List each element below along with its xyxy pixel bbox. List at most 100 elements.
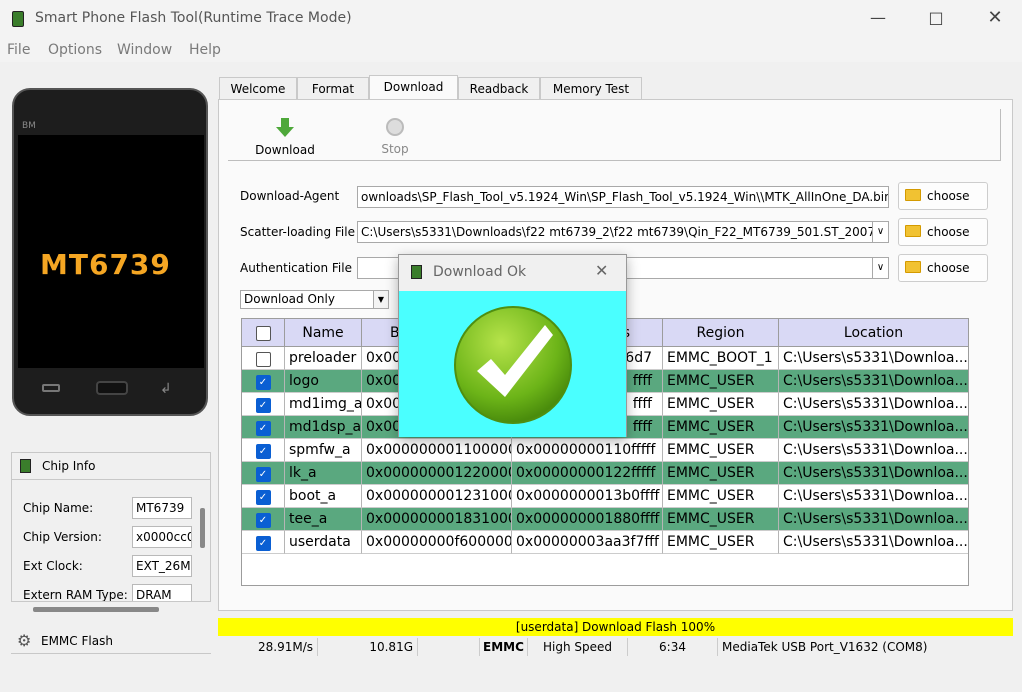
choose-auth-button[interactable]: choose bbox=[898, 254, 988, 282]
row-checkbox-cell: ✓ bbox=[242, 393, 285, 416]
row-checkbox[interactable]: ✓ bbox=[255, 444, 271, 459]
table-row[interactable]: ✓ tee_a 0x0000000018310000 0x000000001880ff… bbox=[242, 508, 968, 531]
phone-back-key: ↲ bbox=[160, 381, 172, 397]
mode-dropdown-arrow[interactable]: ▼ bbox=[373, 290, 389, 309]
table-row[interactable]: ✓ lk_a 0x0000000012200000 0x00000000122ffff… bbox=[242, 462, 968, 485]
chip-version-value: x0000cc00 bbox=[132, 526, 192, 548]
minimize-button[interactable]: — bbox=[855, 0, 901, 38]
status-speed: 28.91M/s bbox=[218, 638, 318, 656]
row-checkbox[interactable]: ✓ bbox=[255, 398, 271, 413]
close-button[interactable]: ✕ bbox=[972, 0, 1018, 38]
download-button-label: Download bbox=[255, 143, 315, 157]
cell-name: spmfw_a bbox=[285, 439, 362, 462]
cell-name: lk_a bbox=[285, 462, 362, 485]
ram-type-value: DRAM bbox=[132, 584, 192, 601]
status-bar: 28.91M/s 10.81G EMMC High Speed 6:34 Med… bbox=[218, 638, 1013, 656]
window-title: Smart Phone Flash Tool(Runtime Trace Mod… bbox=[35, 10, 352, 26]
download-mode-select[interactable]: Download Only bbox=[240, 290, 374, 309]
chip-info-hscroll[interactable] bbox=[33, 607, 159, 612]
table-row[interactable]: ✓ spmfw_a 0x0000000011000000 0x00000000110f… bbox=[242, 439, 968, 462]
tab-memory-test[interactable]: Memory Test bbox=[540, 77, 642, 99]
cell-location: C:\Users\s5331\Downloa... bbox=[779, 508, 968, 531]
row-checkbox-cell: ✓ bbox=[242, 370, 285, 393]
cell-region: EMMC_BOOT_1 bbox=[663, 347, 779, 370]
menu-options[interactable]: Options bbox=[48, 42, 102, 58]
phone-home-key bbox=[96, 381, 128, 395]
download-button[interactable]: Download bbox=[250, 116, 320, 158]
maximize-button[interactable]: □ bbox=[913, 0, 959, 38]
download-agent-label: Download-Agent bbox=[240, 189, 340, 203]
row-checkbox-cell: ✓ bbox=[242, 508, 285, 531]
title-bar: Smart Phone Flash Tool(Runtime Trace Mod… bbox=[0, 0, 1022, 38]
row-checkbox-cell bbox=[242, 347, 285, 370]
tab-format[interactable]: Format bbox=[297, 77, 369, 99]
tab-welcome[interactable]: Welcome bbox=[219, 77, 297, 99]
phone-brand: BM bbox=[22, 121, 36, 131]
cell-begin-address: 0x00000000f6000000 bbox=[362, 531, 512, 554]
header-region[interactable]: Region bbox=[663, 319, 779, 347]
cell-location: C:\Users\s5331\Downloa... bbox=[779, 416, 968, 439]
choose-label: choose bbox=[927, 189, 970, 203]
chip-name-value: MT6739 bbox=[132, 497, 192, 519]
dialog-close-button[interactable]: ✕ bbox=[595, 261, 608, 280]
row-checkbox[interactable]: ✓ bbox=[255, 467, 271, 482]
tab-readback[interactable]: Readback bbox=[458, 77, 540, 99]
header-location[interactable]: Location bbox=[779, 319, 968, 347]
choose-label: choose bbox=[927, 261, 970, 275]
cell-location: C:\Users\s5331\Downloa... bbox=[779, 393, 968, 416]
row-checkbox[interactable]: ✓ bbox=[255, 513, 271, 528]
cell-name: boot_a bbox=[285, 485, 362, 508]
app-icon bbox=[12, 11, 24, 27]
cell-region: EMMC_USER bbox=[663, 370, 779, 393]
cell-region: EMMC_USER bbox=[663, 531, 779, 554]
scatter-file-label: Scatter-loading File bbox=[240, 225, 355, 239]
auth-file-label: Authentication File bbox=[240, 261, 352, 275]
download-agent-field[interactable]: ownloads\SP_Flash_Tool_v5.1924_Win\SP_Fl… bbox=[357, 186, 889, 208]
cell-begin-address: 0x0000000012200000 bbox=[362, 462, 512, 485]
row-checkbox[interactable]: ✓ bbox=[255, 421, 271, 436]
table-row[interactable]: ✓ boot_a 0x0000000012310000 0x0000000013b0f… bbox=[242, 485, 968, 508]
chip-version-label: Chip Version: bbox=[23, 530, 102, 544]
status-time: 6:34 bbox=[628, 638, 718, 656]
cell-region: EMMC_USER bbox=[663, 439, 779, 462]
table-row[interactable]: ✓ userdata 0x00000000f6000000 0x00000003aa3… bbox=[242, 531, 968, 554]
phone-chip-label: MT6739 bbox=[40, 248, 171, 281]
row-checkbox-cell: ✓ bbox=[242, 439, 285, 462]
chip-info-title: Chip Info bbox=[42, 459, 96, 473]
phone-menu-key bbox=[42, 384, 60, 392]
scatter-dropdown-arrow[interactable]: ∨ bbox=[872, 221, 889, 243]
gear-icon: ⚙ bbox=[17, 631, 32, 650]
scatter-file-field[interactable]: C:\Users\s5331\Downloads\f22 mt6739_2\f2… bbox=[357, 221, 873, 243]
stop-button[interactable]: Stop bbox=[370, 116, 420, 158]
chip-info-header[interactable]: Chip Info bbox=[11, 452, 211, 480]
row-checkbox[interactable]: ✓ bbox=[255, 490, 271, 505]
progress-bar: [userdata] Download Flash 100% bbox=[218, 618, 1013, 636]
row-checkbox[interactable] bbox=[255, 352, 271, 367]
menu-file[interactable]: File bbox=[7, 42, 30, 58]
cell-end-address: 0x0000000013b0ffff bbox=[512, 485, 663, 508]
cell-region: EMMC_USER bbox=[663, 416, 779, 439]
cell-begin-address: 0x0000000018310000 bbox=[362, 508, 512, 531]
auth-dropdown-arrow[interactable]: ∨ bbox=[872, 257, 889, 279]
cell-location: C:\Users\s5331\Downloa... bbox=[779, 370, 968, 393]
chip-info-panel: Chip Name: MT6739 Chip Version: x0000cc0… bbox=[11, 480, 211, 602]
select-all-checkbox[interactable] bbox=[255, 326, 271, 341]
cell-end-address: 0x00000003aa3f7fff bbox=[512, 531, 663, 554]
chip-info-icon bbox=[20, 459, 31, 473]
row-checkbox[interactable]: ✓ bbox=[255, 375, 271, 390]
dialog-app-icon bbox=[411, 265, 422, 279]
chip-info-vscroll[interactable] bbox=[200, 508, 205, 548]
cell-region: EMMC_USER bbox=[663, 508, 779, 531]
menu-help[interactable]: Help bbox=[189, 42, 221, 58]
folder-icon bbox=[905, 225, 921, 237]
success-check-icon bbox=[454, 306, 572, 424]
choose-download-agent-button[interactable]: choose bbox=[898, 182, 988, 210]
row-checkbox[interactable]: ✓ bbox=[255, 536, 271, 551]
choose-scatter-button[interactable]: choose bbox=[898, 218, 988, 246]
row-checkbox-cell: ✓ bbox=[242, 462, 285, 485]
tab-download[interactable]: Download bbox=[369, 75, 458, 100]
header-name[interactable]: Name bbox=[285, 319, 362, 347]
menu-window[interactable]: Window bbox=[117, 42, 172, 58]
ext-clock-label: Ext Clock: bbox=[23, 559, 83, 573]
cell-region: EMMC_USER bbox=[663, 462, 779, 485]
